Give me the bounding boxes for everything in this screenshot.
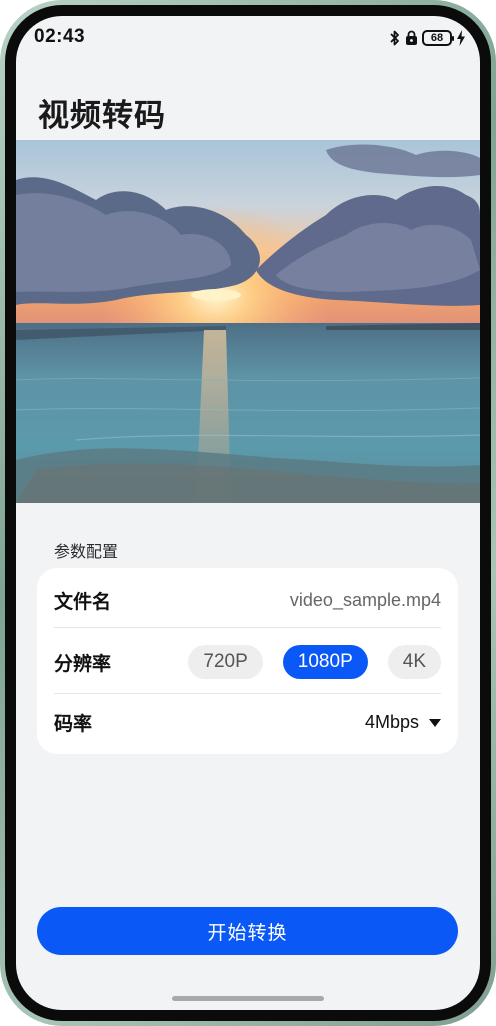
status-time: 02:43 [34, 26, 86, 47]
section-title: 参数配置 [54, 542, 119, 561]
bitrate-label: 码率 [54, 712, 93, 735]
status-bar: 02:43 68 [16, 16, 480, 60]
home-indicator[interactable] [172, 996, 324, 1001]
file-name-row: 文件名 video_sample.mp4 [54, 570, 441, 630]
config-card: 文件名 video_sample.mp4 分辨率 720P 1080P 4K 码… [37, 568, 458, 754]
page-title: 视频转码 [38, 98, 166, 134]
bitrate-select[interactable]: 4Mbps [365, 712, 441, 733]
video-preview-image [16, 140, 480, 503]
app-screen: 02:43 68 视频转码 参数配置 文件名 video_sample.mp4 … [16, 16, 480, 1010]
status-icons: 68 [389, 28, 466, 48]
resolution-option-4k[interactable]: 4K [387, 645, 441, 679]
caret-down-icon [429, 712, 441, 733]
start-conversion-button[interactable]: 开始转换 [37, 907, 458, 955]
bluetooth-icon [389, 30, 401, 46]
file-name-value: video_sample.mp4 [289, 589, 441, 610]
bitrate-value: 4Mbps [364, 711, 419, 732]
file-name-label: 文件名 [54, 590, 112, 613]
charging-icon [456, 30, 466, 46]
lock-icon [405, 30, 418, 46]
resolution-option-1080p[interactable]: 1080P [282, 645, 368, 679]
resolution-label: 分辨率 [54, 652, 112, 675]
resolution-row: 分辨率 720P 1080P 4K [54, 632, 441, 692]
divider [54, 627, 441, 628]
battery-icon: 68 [422, 30, 454, 46]
sunset-sea-image [16, 140, 480, 503]
resolution-option-720p[interactable]: 720P [188, 645, 263, 679]
bitrate-row: 码率 4Mbps [54, 692, 441, 752]
resolution-options: 720P 1080P 4K [188, 645, 441, 679]
